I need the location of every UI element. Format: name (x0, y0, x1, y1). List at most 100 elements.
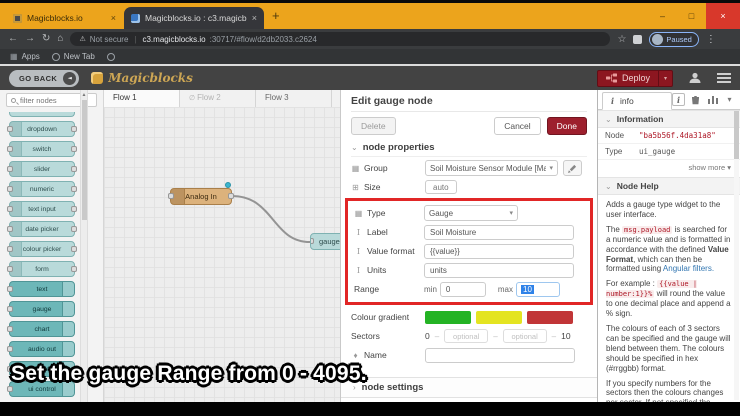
sectors-row: Sectors 0 – – – 10 (351, 328, 587, 344)
filter-nodes-input[interactable] (20, 95, 80, 105)
output-port[interactable] (228, 193, 234, 199)
bookmark-new-tab[interactable]: New Tab (51, 52, 95, 61)
type-row: ▦ Type Gauge ▾ (354, 205, 584, 221)
done-button[interactable]: Done (546, 117, 587, 135)
type-select[interactable]: Gauge ▾ (424, 205, 518, 221)
palette-node-form[interactable]: form (7, 261, 77, 277)
audio-out-icon (62, 342, 74, 356)
palette-node-dropdown[interactable]: dropdown (7, 121, 77, 137)
profile-button[interactable]: Paused (649, 31, 699, 47)
units-input[interactable] (424, 262, 574, 278)
address-bar: ← → ↻ ⌂ ⚠ Not secure | c3.magicblocks.io… (0, 29, 740, 49)
delete-button[interactable]: Delete (351, 117, 396, 135)
globe-icon (51, 52, 60, 61)
palette-node-audio-out[interactable]: audio out (7, 341, 75, 357)
browser-tab-editor[interactable]: Magicblocks.io : c3.magicblocks × (124, 7, 264, 29)
node-help-section-header[interactable]: ⌄ Node Help (598, 177, 740, 195)
palette-node-text[interactable]: text (7, 281, 75, 297)
palette-node-gauge[interactable]: gauge (7, 301, 75, 317)
input-port[interactable] (311, 238, 314, 244)
palette-node-switch[interactable]: switch (7, 141, 77, 157)
gauge-icon (62, 302, 74, 316)
gradient-swatch-yellow[interactable] (476, 310, 522, 324)
browser-tab-magicblocks[interactable]: Magicblocks.io × (6, 7, 123, 29)
back-icon[interactable]: ← (8, 34, 18, 44)
tab-info[interactable]: i info (602, 92, 672, 110)
palette-scrollbar[interactable]: ▲ (80, 90, 88, 402)
new-tab-button[interactable]: + (272, 8, 280, 23)
scrollbar-thumb[interactable] (82, 100, 87, 220)
value-format-label: Value format (367, 246, 415, 256)
palette-node-numeric[interactable]: numeric (7, 181, 77, 197)
browser-menu-icon[interactable]: ⋮ (706, 34, 716, 45)
home-icon[interactable]: ⌂ (57, 34, 63, 44)
range-min-input[interactable] (439, 281, 486, 297)
chevron-down-icon: ⌄ (605, 114, 612, 124)
pencil-icon (568, 164, 577, 173)
close-window-button[interactable]: × (706, 3, 740, 29)
bookmark-apps[interactable]: ▦ Apps (10, 52, 40, 61)
dashboard-chart-icon[interactable] (706, 93, 719, 106)
palette-node-colour-picker[interactable]: colour picker (7, 241, 77, 257)
sectors-end: 10 (561, 331, 571, 341)
gradient-swatch-red[interactable] (527, 310, 573, 324)
minimize-button[interactable]: – (648, 3, 677, 29)
sidebar-scrollbar[interactable] (734, 111, 739, 400)
scroll-up-icon[interactable]: ▲ (81, 90, 87, 98)
palette-node-partial[interactable] (9, 112, 75, 117)
analog-in-node[interactable]: Analog In (168, 188, 234, 205)
url-box[interactable]: ⚠ Not secure | c3.magicblocks.io:30717/#… (70, 32, 611, 46)
go-back-button[interactable]: GO BACK ◄ (9, 69, 80, 87)
not-secure-label[interactable]: Not secure (90, 35, 129, 44)
close-tab-icon[interactable]: × (111, 13, 116, 23)
name-input[interactable] (425, 347, 575, 363)
globe-icon[interactable] (106, 52, 115, 61)
palette-node-date-picker[interactable]: date picker (7, 221, 77, 237)
palette-node-text-input[interactable]: text input (7, 201, 77, 217)
sector-input-1[interactable] (444, 329, 489, 343)
close-tab-icon[interactable]: × (252, 13, 257, 23)
deploy-caret-icon[interactable]: ▾ (657, 70, 672, 86)
palette-node-chart[interactable]: chart (7, 321, 75, 337)
main-menu-icon[interactable] (717, 73, 731, 83)
forward-icon[interactable]: → (25, 34, 35, 44)
size-auto-button[interactable]: auto (425, 180, 457, 194)
size-label: Size (364, 182, 381, 192)
show-more-link[interactable]: show more ▾ (598, 160, 740, 177)
bookmark-star-icon[interactable]: ☆ (617, 34, 626, 45)
group-icon: ▦ (351, 163, 360, 173)
label-row: I Label (354, 224, 584, 240)
cancel-button[interactable]: Cancel (494, 117, 541, 135)
value-format-input[interactable] (424, 243, 574, 259)
information-section-header[interactable]: ⌄ Information (598, 110, 740, 128)
node-properties-section[interactable]: ⌄ node properties (351, 138, 587, 157)
value-format-row: I Value format (354, 243, 584, 259)
info-tab-icon[interactable]: i (672, 93, 685, 106)
angular-filters-link[interactable]: Angular filters. (663, 264, 714, 273)
sector-input-2[interactable] (502, 329, 547, 343)
size-row: ⊞ Size auto (351, 179, 587, 195)
deploy-button[interactable]: Deploy ▾ (596, 69, 673, 87)
debug-trash-icon[interactable] (689, 93, 702, 106)
warning-icon: ⚠ (79, 36, 86, 43)
group-select[interactable]: Soil Moisture Sensor Module [Magicbl ▾ (425, 160, 558, 176)
chevron-down-icon: ⌄ (605, 181, 612, 191)
gradient-swatch-green[interactable] (425, 310, 471, 324)
palette-node-slider[interactable]: slider (7, 161, 77, 177)
user-icon[interactable] (689, 72, 701, 84)
app-header: GO BACK ◄ Magicblocks Deploy ▾ (0, 66, 740, 90)
brand-logo[interactable]: Magicblocks (91, 71, 193, 85)
edit-group-button[interactable] (563, 160, 582, 176)
reload-icon[interactable]: ↻ (42, 34, 50, 44)
url-divider: | (134, 34, 137, 44)
input-port[interactable] (168, 193, 174, 199)
maximize-button[interactable]: □ (677, 3, 706, 29)
range-max-input[interactable]: 10 (516, 281, 561, 297)
deploy-label: Deploy (621, 73, 650, 83)
type-label: Type (367, 208, 386, 218)
scrollbar-thumb[interactable] (734, 111, 739, 159)
label-input[interactable] (424, 224, 574, 240)
sidebar-menu-caret-icon[interactable]: ▾ (723, 93, 736, 106)
node-settings-section[interactable]: › node settings (341, 377, 597, 398)
extensions-icon[interactable] (633, 34, 643, 44)
